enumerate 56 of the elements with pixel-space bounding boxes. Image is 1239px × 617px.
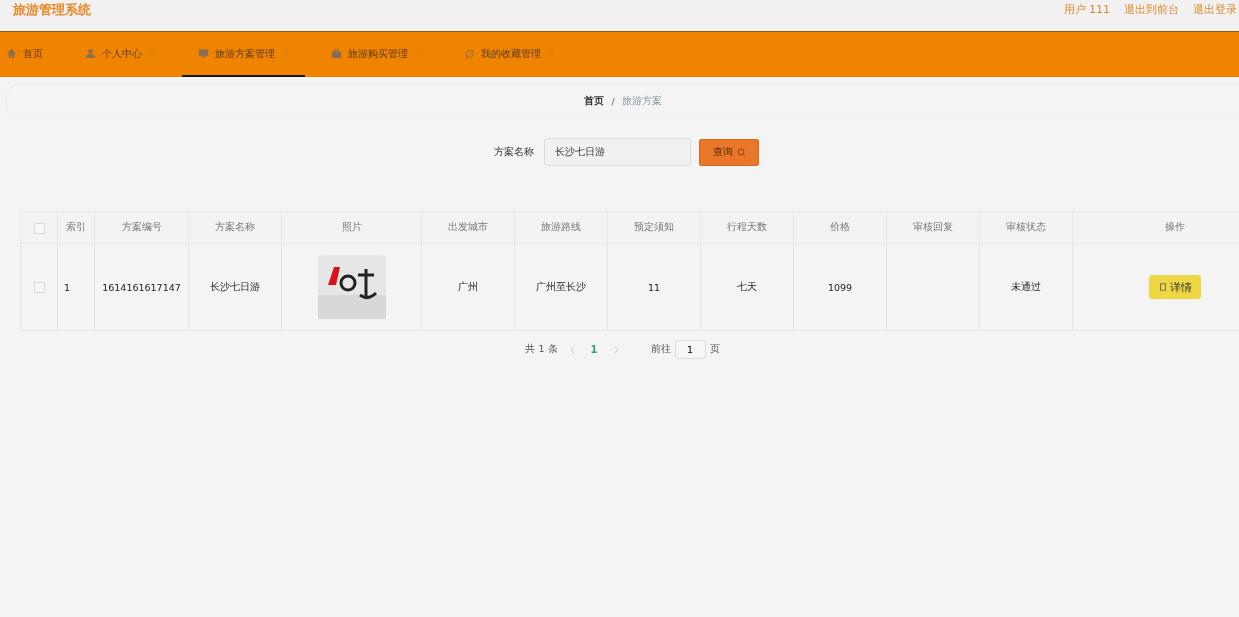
- page-number[interactable]: 1: [590, 344, 598, 355]
- next-page-icon[interactable]: [613, 345, 619, 354]
- header-link[interactable]: 退出登录: [1193, 2, 1237, 17]
- plan-name-field[interactable]: 长沙七日游: [544, 138, 691, 166]
- nav-item[interactable]: 旅游方案管理: [182, 32, 305, 77]
- total-count: 共 1 条: [525, 343, 558, 356]
- chevron-icon: [281, 51, 289, 56]
- column-header: 照片: [281, 211, 422, 244]
- nav-item[interactable]: 旅游购买管理: [331, 32, 438, 77]
- user-icon: [85, 48, 96, 59]
- nav-item[interactable]: 个人中心: [85, 32, 172, 77]
- search-label: 方案名称: [494, 145, 534, 159]
- previous-page-icon[interactable]: [569, 345, 575, 354]
- column-header: 操作: [1072, 211, 1239, 244]
- briefcase-icon: [331, 48, 342, 59]
- column-header: 旅游路线: [514, 211, 608, 244]
- column-header: 预定须知: [607, 211, 701, 244]
- nav-item[interactable]: 首页: [6, 32, 59, 77]
- column-header: 审核回复: [886, 211, 980, 244]
- row-checkbox[interactable]: [33, 282, 45, 293]
- goto-label: 前往: [650, 343, 671, 356]
- page-suffix: 页: [709, 343, 720, 356]
- table-cell: 1614161617147: [102, 281, 181, 293]
- column-header: 方案编号: [94, 211, 189, 244]
- table-cell: 11: [647, 281, 661, 293]
- header-link[interactable]: 用户 111: [1063, 2, 1110, 17]
- column-header: 价格: [793, 211, 887, 244]
- column-header: 方案名称: [188, 211, 282, 244]
- document-icon: [1158, 283, 1167, 291]
- app-title: 旅游管理系统: [13, 0, 91, 19]
- column-header: 出发城市: [421, 211, 515, 244]
- details-button[interactable]: 详情: [1149, 275, 1201, 299]
- breadcrumb-separator: /: [611, 95, 615, 107]
- select-all-checkbox[interactable]: [33, 222, 45, 234]
- breadcrumb-item: 旅游方案: [621, 94, 662, 108]
- chevron-icon: [148, 51, 156, 56]
- table-cell: 广州: [458, 280, 478, 292]
- home-icon: [6, 48, 17, 59]
- page-jump-field[interactable]: 1: [674, 340, 706, 359]
- table-cell: 1099: [827, 281, 853, 293]
- nav-item[interactable]: 我的收藏管理: [464, 32, 571, 77]
- column-header: 索引: [57, 211, 95, 244]
- table-cell: 广州至长沙: [536, 280, 586, 292]
- column-header: 行程天数: [700, 211, 794, 244]
- header-link[interactable]: 退出到前台: [1124, 2, 1179, 17]
- table-cell: 1: [64, 281, 71, 293]
- chevron-icon: [547, 51, 555, 56]
- search-icon: [736, 147, 746, 157]
- breadcrumb-item[interactable]: 首页: [584, 94, 605, 108]
- chevron-icon: [414, 51, 422, 56]
- column-header: 审核状态: [979, 211, 1073, 244]
- table-cell: 未通过: [1011, 280, 1041, 292]
- search-button[interactable]: 查询: [699, 138, 759, 166]
- table-cell: 七天: [737, 280, 757, 292]
- monitor-icon: [198, 48, 209, 59]
- table-cell: 长沙七日游: [210, 280, 260, 292]
